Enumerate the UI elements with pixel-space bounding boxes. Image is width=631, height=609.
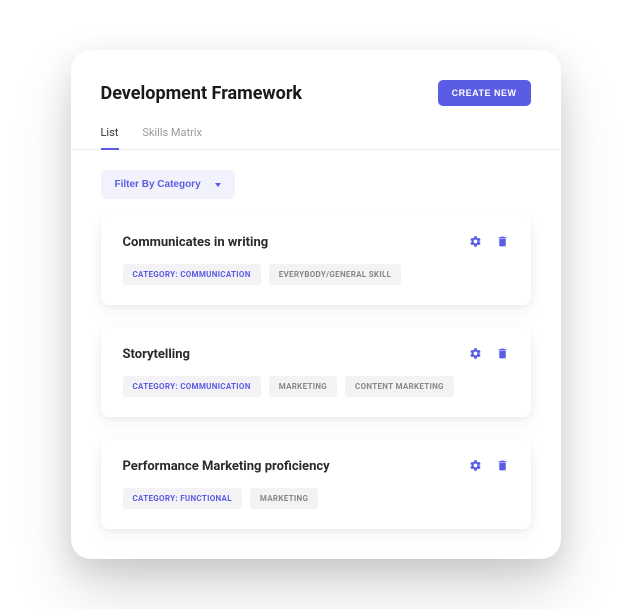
tag-category: CATEGORY: COMMUNICATION [123, 376, 261, 397]
page-title: Development Framework [101, 83, 303, 104]
filter-row: Filter By Category [71, 150, 561, 215]
item-title: Performance Marketing proficiency [123, 459, 330, 474]
header: Development Framework CREATE NEW [71, 80, 561, 106]
settings-button[interactable] [469, 347, 482, 360]
tag: MARKETING [269, 376, 337, 397]
framework-card: Development Framework CREATE NEW List Sk… [71, 50, 561, 559]
trash-icon [496, 347, 509, 360]
tag: CONTENT MARKETING [345, 376, 454, 397]
item-actions [469, 235, 509, 248]
item-header: Performance Marketing proficiency [123, 459, 509, 474]
gear-icon [469, 459, 482, 472]
list-item: Storytelling CATEGORY: COMMUNICATION MAR… [101, 327, 531, 417]
delete-button[interactable] [496, 347, 509, 360]
trash-icon [496, 235, 509, 248]
item-actions [469, 347, 509, 360]
tags: CATEGORY: FUNCTIONAL MARKETING [123, 488, 509, 509]
list-item: Performance Marketing proficiency CATEGO… [101, 439, 531, 529]
list-item: Communicates in writing CATEGORY: COMMUN… [101, 215, 531, 305]
tag-category: CATEGORY: FUNCTIONAL [123, 488, 242, 509]
tag-category: CATEGORY: COMMUNICATION [123, 264, 261, 285]
delete-button[interactable] [496, 459, 509, 472]
gear-icon [469, 235, 482, 248]
tags: CATEGORY: COMMUNICATION MARKETING CONTEN… [123, 376, 509, 397]
filter-label: Filter By Category [115, 179, 201, 190]
tab-list[interactable]: List [101, 126, 119, 149]
filter-by-category-button[interactable]: Filter By Category [101, 170, 235, 199]
tags: CATEGORY: COMMUNICATION EVERYBODY/GENERA… [123, 264, 509, 285]
tag: MARKETING [250, 488, 318, 509]
item-header: Communicates in writing [123, 235, 509, 250]
tabs: List Skills Matrix [71, 126, 561, 150]
settings-button[interactable] [469, 235, 482, 248]
item-header: Storytelling [123, 347, 509, 362]
item-actions [469, 459, 509, 472]
chevron-down-icon [215, 183, 221, 187]
item-title: Storytelling [123, 347, 190, 362]
trash-icon [496, 459, 509, 472]
create-new-button[interactable]: CREATE NEW [438, 80, 531, 106]
items-list: Communicates in writing CATEGORY: COMMUN… [71, 215, 561, 529]
item-title: Communicates in writing [123, 235, 269, 250]
gear-icon [469, 347, 482, 360]
settings-button[interactable] [469, 459, 482, 472]
tab-skills-matrix[interactable]: Skills Matrix [142, 126, 202, 149]
tag: EVERYBODY/GENERAL SKILL [269, 264, 402, 285]
delete-button[interactable] [496, 235, 509, 248]
